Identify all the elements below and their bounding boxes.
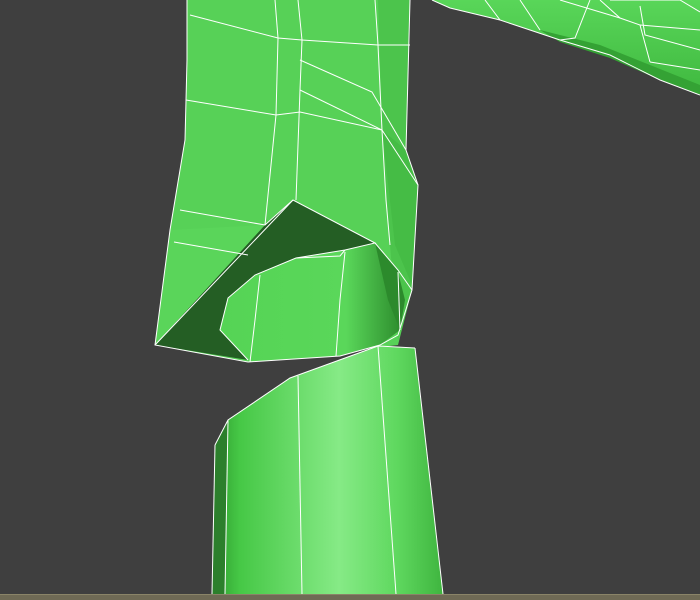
viewport-canvas[interactable] xyxy=(0,0,700,594)
forearm-mesh[interactable] xyxy=(211,345,444,594)
upper-arm-mesh[interactable] xyxy=(154,0,419,363)
right-limb-mesh[interactable] xyxy=(431,0,700,96)
3d-viewport[interactable] xyxy=(0,0,700,594)
viewport-bottom-border xyxy=(0,594,700,600)
